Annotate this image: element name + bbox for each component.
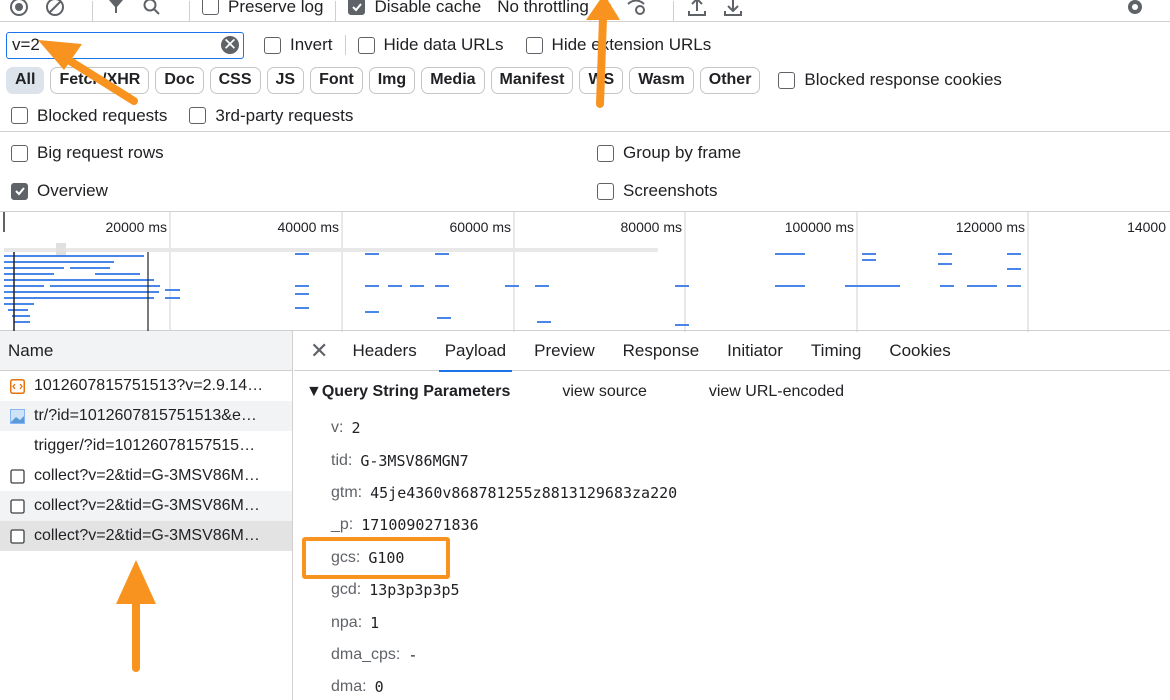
arrow-up-left-icon [38,40,138,105]
arrow-up-icon [116,560,156,672]
annotation-arrows [38,0,620,672]
arrow-up-icon [586,0,620,108]
